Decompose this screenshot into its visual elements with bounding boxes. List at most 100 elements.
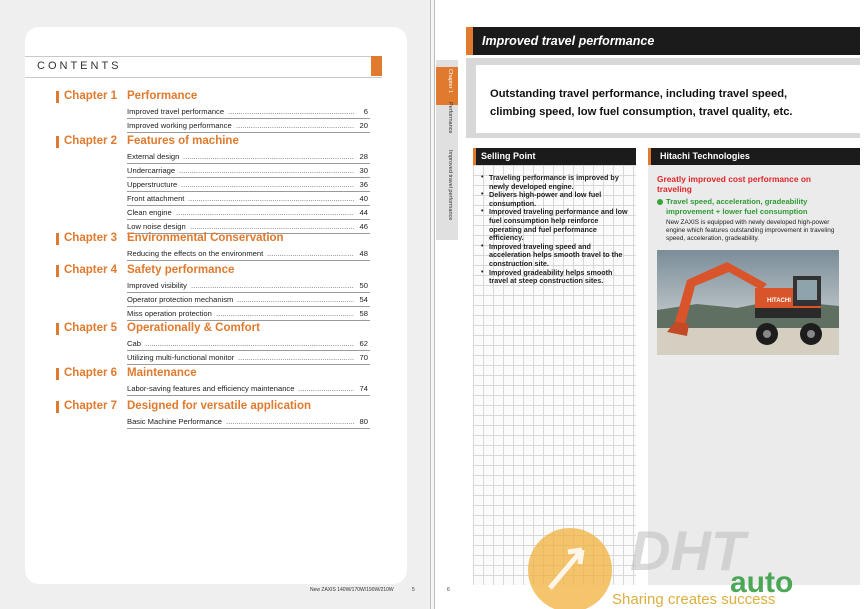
toc-entry-page: 40 [359,194,368,203]
left-page-number: 5 [412,587,415,593]
chapter-marker [56,91,59,103]
toc-dot-leader: ........................................… [237,295,354,304]
chapter-number: Chapter 4 [64,264,118,276]
chapter-block: Chapter 1 Performance Improved travel perf… [56,90,374,133]
toc-entry-page: 74 [359,384,368,393]
toc-entry-label: Improved working performance [127,121,232,130]
excavator-photo: HITACHI [657,250,839,355]
chapter-heading[interactable]: Chapter 5 Operationally & Comfort [56,322,374,337]
selling-point-accent [473,148,476,165]
svg-text:HITACHI: HITACHI [767,298,791,304]
toc-entry[interactable]: Basic Machine Performance 80.............… [127,415,370,429]
hitachi-tech-bullet: Travel speed, acceleration, gradeability… [666,197,808,216]
chapter-title: Designed for versatile application [127,400,312,412]
toc-dot-leader: ........................................… [183,152,354,161]
toc-entry-label: Operator protection mechanism [127,295,234,304]
chapter-heading[interactable]: Chapter 7 Designed for versatile applicat… [56,400,374,415]
toc-entry[interactable]: Improved visibility 50...................… [127,279,370,293]
chapter-number: Chapter 2 [64,135,118,147]
chapter-number: Chapter 1 [64,90,118,102]
toc-entry-page: 50 [359,281,368,290]
chapter-marker [56,368,59,380]
toc-dot-leader: ........................................… [216,309,354,318]
chapter-block: Chapter 5 Operationally & Comfort Cab 62...… [56,322,374,365]
toc-dot-leader: ........................................… [226,417,354,426]
chapter-block: Chapter 7 Designed for versatile applicat… [56,400,374,429]
hitachi-tech-header: Hitachi Technologies [648,148,860,165]
toc-dot-leader: ........................................… [145,339,354,348]
toc-entry[interactable]: Labor-saving features and efficiency mai… [127,382,370,396]
green-bullet-icon [657,199,663,205]
selling-point-item: Improved traveling speed and acceleratio… [481,242,631,269]
right-page-number: 6 [447,587,450,593]
chapter-title: Maintenance [127,367,197,379]
toc-dot-leader: ........................................… [179,166,354,175]
toc-dot-leader: ........................................… [190,222,354,231]
toc-dot-leader: ........................................… [236,121,354,130]
toc-entry-label: Labor-saving features and efficiency mai… [127,384,295,393]
chapter-heading[interactable]: Chapter 4 Safety performance [56,264,374,279]
section-banner: Improved travel performance [466,27,860,55]
toc-dot-leader: ........................................… [228,107,354,116]
chapter-marker [56,401,59,413]
toc-entry-page: 30 [359,166,368,175]
toc-entry[interactable]: Upperstructure 36........................… [127,178,370,192]
toc-entry-page: 6 [363,107,368,116]
toc-entry[interactable]: Front attachment 40......................… [127,192,370,206]
toc-entry[interactable]: Reducing the effects on the environment 4… [127,247,370,261]
chapter-marker [56,136,59,148]
toc-entry-label: Utilizing multi-functional monitor [127,353,235,362]
toc-entry-page: 58 [359,309,368,318]
selling-point-item: Improved gradeability helps smooth trave… [481,268,631,286]
selling-point-title: Selling Point [481,151,536,161]
chapter-marker [56,265,59,277]
chapter-heading[interactable]: Chapter 3 Environmental Conservation [56,232,374,247]
toc-entry[interactable]: Utilizing multi-functional monitor 70....… [127,351,370,365]
chapter-number: Chapter 6 [64,367,118,379]
toc-entry-label: Reducing the effects on the environment [127,249,264,258]
toc-entry-page: 80 [359,417,368,426]
selling-point-item: Traveling performance is improved by new… [481,173,631,191]
toc-entry[interactable]: Cab 62...................................… [127,337,370,351]
chapter-heading[interactable]: Chapter 6 Maintenance [56,367,374,382]
toc-entry[interactable]: Operator protection mechanism 54.........… [127,293,370,307]
toc-entry-label: Upperstructure [127,180,178,189]
chapter-marker [56,323,59,335]
chapter-block: Chapter 2 Features of machine External des… [56,135,374,234]
toc-entry-page: 48 [359,249,368,258]
toc-entry-label: Undercarriage [127,166,176,175]
lead-text: Outstanding travel performance, includin… [490,88,793,118]
chapter-title: Features of machine [127,135,239,147]
banner-accent [466,27,473,55]
toc-entry-label: Basic Machine Performance [127,417,222,426]
chapter-title: Safety performance [127,264,235,276]
toc-entry[interactable]: Miss operation protection 58.............… [127,307,370,321]
toc-entry-page: 54 [359,295,368,304]
toc-entry-page: 70 [359,353,368,362]
toc-entry[interactable]: Undercarriage 30.........................… [127,164,370,178]
toc-entry[interactable]: External design 28.......................… [127,150,370,164]
chapter-title: Environmental Conservation [127,232,284,244]
chapter-marker [56,233,59,245]
selling-point-item: Improved traveling performance and low f… [481,208,631,242]
toc-entry[interactable]: Clean engine 44..........................… [127,206,370,220]
chapter-heading[interactable]: Chapter 2 Features of machine [56,135,374,150]
footer-model-text: New ZAXIS 140W/170W/190W/210W [310,587,394,593]
chapter-number: Chapter 3 [64,232,118,244]
chapter-title: Operationally & Comfort [127,322,260,334]
toc-entry-label: Improved travel performance [127,107,225,116]
toc-entry-label: External design [127,152,180,161]
banner-title: Improved travel performance [482,34,655,48]
selling-point-header: Selling Point [473,148,636,165]
selling-point-item: Delivers high-power and low fuel consump… [481,190,631,208]
selling-point-list: Traveling performance is improved by new… [481,173,631,286]
hitachi-tech-title: Hitachi Technologies [660,151,750,161]
chapter-heading[interactable]: Chapter 1 Performance [56,90,374,105]
toc-entry-page: 28 [359,152,368,161]
hitachi-tech-subtitle: Greatly improved cost performance on tra… [657,174,812,194]
toc-entry[interactable]: Improved working performance 20..........… [127,119,370,133]
chapter-number: Chapter 5 [64,322,118,334]
toc-entry[interactable]: Improved travel performance 6............… [127,105,370,119]
contents-header: CONTENTS [25,56,382,78]
toc-entry-label: Front attachment [127,194,185,203]
